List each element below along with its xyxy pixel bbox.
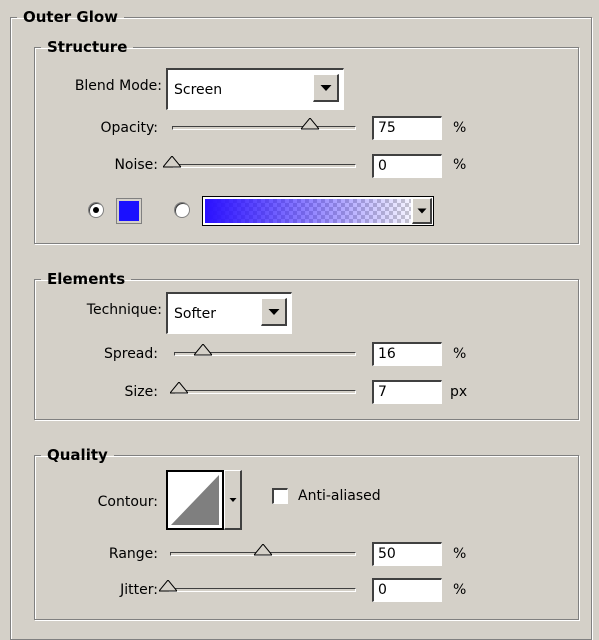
spread-slider-thumb[interactable] — [194, 344, 213, 356]
noise-slider-track — [172, 164, 356, 168]
opacity-label: Opacity: — [100, 120, 158, 136]
blend-mode-dropdown-button[interactable] — [313, 74, 339, 102]
gradient-radio[interactable] — [174, 202, 190, 218]
spread-field[interactable]: 16 — [372, 342, 442, 366]
technique-dropdown-button[interactable] — [261, 298, 287, 326]
spread-slider[interactable] — [174, 342, 356, 362]
technique-value: Softer — [174, 306, 216, 322]
size-unit: px — [450, 384, 468, 400]
range-slider-thumb[interactable] — [254, 544, 272, 556]
chevron-down-icon — [417, 208, 426, 213]
size-slider-track — [174, 390, 356, 394]
jitter-label: Jitter: — [120, 582, 158, 598]
solid-color-fill — [119, 201, 139, 221]
noise-field[interactable]: 0 — [372, 154, 442, 178]
opacity-field[interactable]: 75 — [372, 116, 442, 140]
contour-label: Contour: — [97, 494, 158, 510]
size-field[interactable]: 7 — [372, 380, 442, 404]
blend-mode-value: Screen — [174, 82, 223, 98]
jitter-unit: % — [453, 582, 467, 598]
gradient-preview[interactable] — [205, 199, 411, 223]
technique-label: Technique: — [86, 302, 162, 318]
jitter-slider-track — [168, 588, 356, 592]
range-slider[interactable] — [170, 542, 356, 562]
range-field[interactable]: 50 — [372, 542, 442, 566]
gradient-picker[interactable] — [202, 196, 434, 226]
solid-color-radio[interactable] — [88, 202, 104, 218]
solid-color-swatch[interactable] — [116, 198, 142, 224]
anti-aliased-label[interactable]: Anti-aliased — [298, 488, 381, 504]
elements-title: Elements — [47, 270, 126, 288]
noise-unit: % — [453, 157, 467, 173]
chevron-down-icon — [268, 308, 279, 315]
chevron-down-icon — [229, 497, 236, 502]
noise-slider-thumb[interactable] — [163, 156, 181, 168]
spread-label: Spread: — [103, 346, 158, 362]
size-slider[interactable] — [170, 380, 356, 400]
range-unit: % — [453, 546, 467, 562]
anti-aliased-checkbox[interactable] — [272, 488, 288, 504]
quality-title: Quality — [47, 446, 108, 464]
contour-preview[interactable] — [166, 470, 224, 530]
contour-picker[interactable] — [166, 470, 246, 530]
opacity-unit: % — [453, 120, 467, 136]
blend-mode-select[interactable]: Screen — [166, 68, 344, 110]
opacity-slider-thumb[interactable] — [301, 118, 319, 130]
opacity-slider[interactable] — [172, 116, 356, 136]
gradient-dropdown-button[interactable] — [412, 198, 432, 224]
chevron-down-icon — [320, 84, 331, 91]
jitter-slider-thumb[interactable] — [159, 580, 177, 592]
noise-slider[interactable] — [163, 154, 356, 174]
range-label: Range: — [108, 546, 158, 562]
contour-dropdown-button[interactable] — [224, 470, 242, 530]
outer-glow-title: Outer Glow — [23, 8, 119, 26]
structure-title: Structure — [47, 38, 128, 56]
size-slider-thumb[interactable] — [170, 382, 189, 394]
spread-unit: % — [453, 346, 467, 362]
size-label: Size: — [124, 384, 158, 400]
jitter-field[interactable]: 0 — [372, 578, 442, 602]
technique-select[interactable]: Softer — [166, 292, 292, 334]
jitter-slider[interactable] — [159, 578, 356, 598]
opacity-slider-track — [172, 126, 356, 130]
blend-mode-label: Blend Mode: — [74, 78, 162, 94]
noise-label: Noise: — [114, 157, 158, 173]
radio-selected-dot — [93, 207, 99, 213]
